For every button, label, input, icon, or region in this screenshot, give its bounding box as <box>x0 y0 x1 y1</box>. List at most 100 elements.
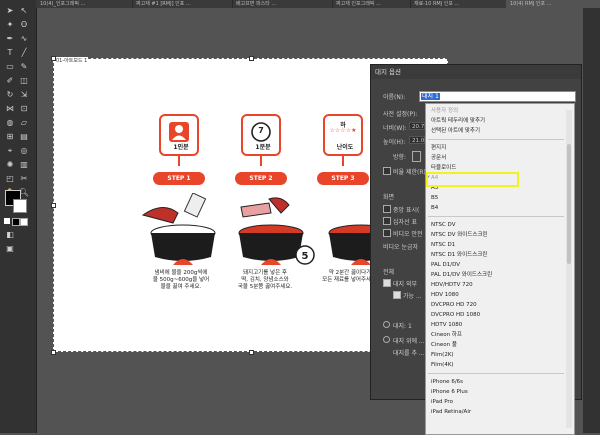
document-tab[interactable]: 배고프면 파스타 ... <box>232 0 333 8</box>
gradient-mode-icon[interactable] <box>12 218 20 226</box>
dropdown-item[interactable]: 공문서 <box>426 153 566 163</box>
document-tab[interactable]: 짜고재 #1 [RMJ] 인포 ... <box>132 0 233 8</box>
dropdown-item[interactable]: iPad Pro <box>426 397 566 407</box>
gradient-tool-icon[interactable]: ▤ <box>18 132 30 142</box>
line-tool-icon[interactable]: ╱ <box>18 48 30 58</box>
document-tab-active[interactable]: 10(4) RMJ 인포 ... <box>506 0 600 8</box>
rotate-tool-icon[interactable]: ↻ <box>4 90 16 100</box>
document-tab[interactable]: 재료-10 RMJ 인포 ... <box>410 0 507 8</box>
show-crosshair-checkbox[interactable] <box>383 217 391 225</box>
artboard-handle[interactable] <box>51 203 56 208</box>
dropdown-item[interactable]: 편지지 <box>426 143 566 153</box>
eraser-tool-icon[interactable]: ◫ <box>18 76 30 86</box>
blend-tool-icon[interactable]: ◎ <box>18 146 30 156</box>
dropdown-item[interactable]: NTSC DV 와이드스크린 <box>426 230 566 240</box>
video-ruler-label: 비디오 눈금자 <box>383 244 419 251</box>
dropdown-item[interactable]: iPhone 6/6s <box>426 377 566 387</box>
rectangle-tool-icon[interactable]: ▭ <box>4 62 16 72</box>
draw-mode-icon[interactable]: ◧ <box>4 230 16 240</box>
dropdown-item[interactable]: NTSC DV <box>426 220 566 230</box>
lasso-tool-icon[interactable]: ʘ <box>18 20 30 30</box>
dropdown-item[interactable]: DVCPRO HD 720 <box>426 300 566 310</box>
dropdown-item[interactable]: iPhone 6 Plus <box>426 387 566 397</box>
video-safe-checkbox[interactable] <box>383 229 391 237</box>
screen-mode-icon[interactable]: ▣ <box>4 244 16 254</box>
graph-tool-icon[interactable]: ▥ <box>18 160 30 170</box>
fade-checkbox[interactable] <box>393 291 401 299</box>
width-input[interactable]: 20.7 <box>409 122 425 130</box>
show-center-label: 중앙 표시( <box>393 207 420 214</box>
dropdown-item[interactable]: Cineon 하프 <box>426 330 566 340</box>
document-tab-bar: 10(4)_인포그래픽 ... 짜고재 #1 [RMJ] 인포 ... 배고프면… <box>36 0 600 8</box>
artboard-outside-label: 대지 외부 <box>393 281 417 288</box>
height-label: 높이(H): <box>383 139 406 146</box>
width-label: 너비(W): <box>383 125 407 132</box>
dropdown-separator <box>428 373 564 374</box>
dropdown-scrollbar-thumb[interactable] <box>567 144 571 264</box>
direct-selection-tool-icon[interactable]: ↖ <box>18 6 30 16</box>
symbol-sprayer-tool-icon[interactable]: ✺ <box>4 160 16 170</box>
artboard-label[interactable]: 01-아트보드 1 <box>55 57 89 64</box>
curvature-tool-icon[interactable]: ∿ <box>18 34 30 44</box>
dropdown-item[interactable]: PAL D1/DV 와이드스크린 <box>426 270 566 280</box>
info-icon <box>383 321 390 328</box>
mesh-tool-icon[interactable]: ⊞ <box>4 132 16 142</box>
dropdown-item[interactable]: 선택된 아트에 맞추기 <box>426 126 566 136</box>
dropdown-item[interactable]: Cineon 풀 <box>426 340 566 350</box>
height-input[interactable]: 21.0 <box>409 136 425 144</box>
artboard-handle[interactable] <box>249 56 254 61</box>
shape-builder-tool-icon[interactable]: ◍ <box>4 118 16 128</box>
name-label: 이름(N): <box>383 94 406 101</box>
name-selection: 대지 1 <box>421 93 440 100</box>
perspective-tool-icon[interactable]: ▱ <box>18 118 30 128</box>
pen-tool-icon[interactable]: ✒ <box>4 34 16 44</box>
dropdown-item[interactable]: B5 <box>426 193 566 203</box>
ratio-checkbox[interactable] <box>383 167 391 175</box>
highlight-box <box>426 172 519 187</box>
dropdown-item[interactable]: HDV 1080 <box>426 290 566 300</box>
artboard-handle[interactable] <box>249 350 254 355</box>
type-tool-icon[interactable]: T <box>4 48 16 58</box>
paragraph-line: 대지를 추 ... <box>393 350 425 357</box>
artboard-name-input[interactable]: 대지 1 <box>419 91 576 102</box>
color-mode-icon[interactable] <box>4 218 10 224</box>
width-tool-icon[interactable]: ⋈ <box>4 104 16 114</box>
artboard-outside-checkbox[interactable] <box>383 279 391 287</box>
show-center-checkbox[interactable] <box>383 205 391 213</box>
none-mode-icon[interactable] <box>20 218 28 226</box>
dropdown-item[interactable]: DVCPRO HD 1080 <box>426 310 566 320</box>
dropdown-item[interactable]: 사용자 정의 <box>426 106 566 116</box>
preset-dropdown-list[interactable]: 사용자 정의 아트웍 테두리에 맞추기 선택된 아트에 맞추기 편지지 공문서 타블로이드… <box>425 103 575 435</box>
dropdown-item[interactable]: 아트웍 테두리에 맞추기 <box>426 116 566 126</box>
stroke-color-swatch[interactable] <box>13 199 27 213</box>
global-section-label: 전체 <box>383 269 395 276</box>
free-transform-tool-icon[interactable]: ⊡ <box>18 104 30 114</box>
scale-tool-icon[interactable]: ⇲ <box>18 90 30 100</box>
dropdown-item[interactable]: HDTV 1080 <box>426 320 566 330</box>
dropdown-item[interactable]: Film(4K) <box>426 360 566 370</box>
dropdown-item[interactable]: NTSC D1 <box>426 240 566 250</box>
slice-tool-icon[interactable]: ✂ <box>18 174 30 184</box>
preset-label: 사전 설정(P): <box>383 111 418 118</box>
dropdown-item[interactable]: Film(2K) <box>426 350 566 360</box>
right-panel-strip <box>583 8 600 433</box>
dropdown-item[interactable]: B4 <box>426 203 566 213</box>
document-tab[interactable]: 짜고재 인포그래픽 ... <box>332 0 411 8</box>
shaper-tool-icon[interactable]: ✐ <box>4 76 16 86</box>
artboard-handle[interactable] <box>51 56 56 61</box>
selection-tool-icon[interactable]: ➤ <box>4 6 16 16</box>
artboard-tool-icon[interactable]: ◰ <box>4 174 16 184</box>
artboard-handle[interactable] <box>51 350 56 355</box>
portrait-icon[interactable] <box>412 151 421 162</box>
dropdown-item[interactable]: iPad Retina/Air <box>426 407 566 417</box>
show-crosshair-label: 십자선 표 <box>393 219 417 226</box>
dropdown-item[interactable]: PAL D1/DV <box>426 260 566 270</box>
document-tab[interactable]: 10(4)_인포그래픽 ... <box>36 0 133 8</box>
dropdown-item[interactable]: NTSC D1 와이드스크린 <box>426 250 566 260</box>
magic-wand-tool-icon[interactable]: ✦ <box>4 20 16 30</box>
paintbrush-tool-icon[interactable]: ✎ <box>18 62 30 72</box>
orientation-label: 방향: <box>393 154 407 161</box>
dropdown-item[interactable]: HDV/HDTV 720 <box>426 280 566 290</box>
tools-panel: ➤ ↖ ✦ ʘ ✒ ∿ T ╱ ▭ ✎ ✐ ◫ ↻ ⇲ ⋈ ⊡ ◍ ▱ ⊞ ▤ … <box>0 0 37 433</box>
eyedropper-tool-icon[interactable]: ⌖ <box>4 146 16 156</box>
